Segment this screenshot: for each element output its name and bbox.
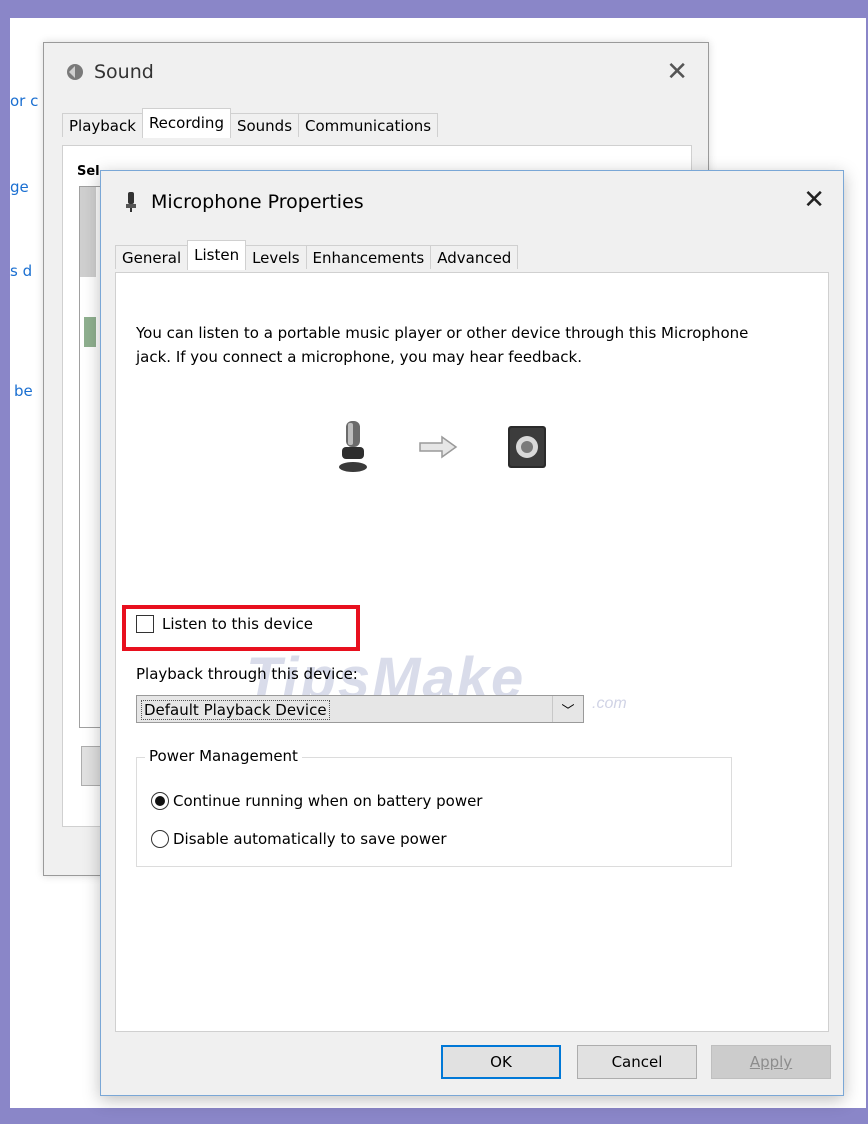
tab-general[interactable]: General	[115, 245, 189, 269]
tab-recording[interactable]: Recording	[141, 108, 231, 138]
dialog-title: Microphone Properties	[123, 191, 364, 213]
red-highlight-box	[122, 605, 360, 651]
playback-label: Playback through this device:	[136, 665, 358, 683]
microphone-icon	[126, 192, 136, 212]
tab-playback[interactable]: Playback	[62, 113, 143, 137]
sound-window-title-text: Sound	[94, 61, 154, 83]
power-management-group: Power Management Continue running when o…	[136, 747, 732, 867]
microphone-device-icon	[339, 421, 367, 472]
microphone-properties-dialog: Microphone Properties ✕ General Listen L…	[100, 170, 844, 1096]
selected-device-row[interactable]	[80, 187, 96, 277]
radio-row-disable[interactable]: Disable automatically to save power	[151, 830, 447, 848]
tab-levels[interactable]: Levels	[245, 245, 307, 269]
sound-tabs: Playback Recording Sounds Communications	[62, 108, 439, 138]
tab-advanced[interactable]: Advanced	[430, 245, 519, 269]
background-link-3[interactable]: s d	[10, 262, 32, 280]
listen-description: You can listen to a portable music playe…	[136, 324, 749, 366]
power-management-label: Power Management	[145, 747, 302, 765]
chevron-down-icon[interactable]: ﹀	[552, 696, 583, 722]
background-link-1[interactable]: or c	[10, 92, 38, 110]
disable-automatically-label[interactable]: Disable automatically to save power	[173, 830, 447, 848]
background-link-2[interactable]: ge	[10, 178, 29, 196]
tab-sounds[interactable]: Sounds	[229, 113, 300, 137]
continue-running-radio[interactable]	[151, 792, 169, 810]
cancel-button[interactable]: Cancel	[577, 1045, 697, 1079]
dialog-tabs: General Listen Levels Enhancements Advan…	[115, 240, 519, 270]
watermark-suffix: .com	[592, 695, 627, 712]
playback-device-value: Default Playback Device	[141, 700, 330, 720]
dialog-title-text: Microphone Properties	[151, 191, 364, 213]
listen-tab-panel: You can listen to a portable music playe…	[115, 272, 829, 1032]
radio-row-continue[interactable]: Continue running when on battery power	[151, 792, 482, 810]
tab-communications[interactable]: Communications	[298, 113, 439, 137]
sound-partial-label: Sel	[77, 164, 100, 179]
speaker-device-icon	[508, 426, 546, 468]
disable-automatically-radio[interactable]	[151, 830, 169, 848]
speaker-icon	[67, 64, 83, 80]
playback-device-select[interactable]: Default Playback Device ﹀	[136, 695, 584, 723]
continue-running-label[interactable]: Continue running when on battery power	[173, 792, 482, 810]
arrow-right-icon	[419, 435, 458, 459]
apply-button[interactable]: Apply	[711, 1045, 831, 1079]
dialog-close-icon[interactable]: ✕	[803, 185, 825, 215]
background-link-4[interactable]: be	[14, 382, 33, 400]
tab-listen[interactable]: Listen	[187, 240, 247, 270]
tab-enhancements[interactable]: Enhancements	[305, 245, 432, 269]
device-icon	[84, 317, 96, 347]
ok-button[interactable]: OK	[441, 1045, 561, 1079]
device-flow-illustration	[336, 419, 550, 475]
sound-close-icon[interactable]: ✕	[666, 57, 688, 87]
sound-window-title: Sound	[64, 61, 154, 83]
